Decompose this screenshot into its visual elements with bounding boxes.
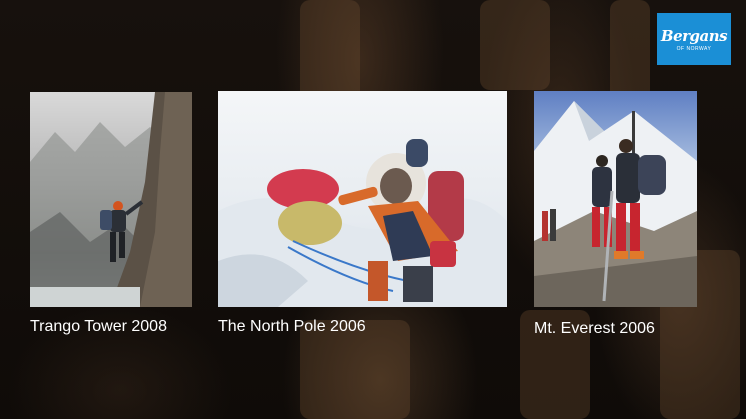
caption-trango-tower: Trango Tower 2008 xyxy=(30,318,167,335)
climber-on-rock-photo xyxy=(30,92,192,307)
everest-climbers-photo xyxy=(534,91,697,307)
brand-name: Bergans xyxy=(660,26,728,45)
boot-strap xyxy=(480,0,550,90)
caption-north-pole: The North Pole 2006 xyxy=(218,318,366,335)
everest-image xyxy=(534,101,697,307)
polar-explorer-photo xyxy=(218,91,507,307)
north-pole-image xyxy=(218,139,507,307)
caption-everest: Mt. Everest 2006 xyxy=(534,320,655,337)
trango-tower-image xyxy=(30,92,192,307)
bergans-logo: Bergans OF NORWAY xyxy=(657,13,731,65)
brand-subtitle: OF NORWAY xyxy=(676,45,712,52)
